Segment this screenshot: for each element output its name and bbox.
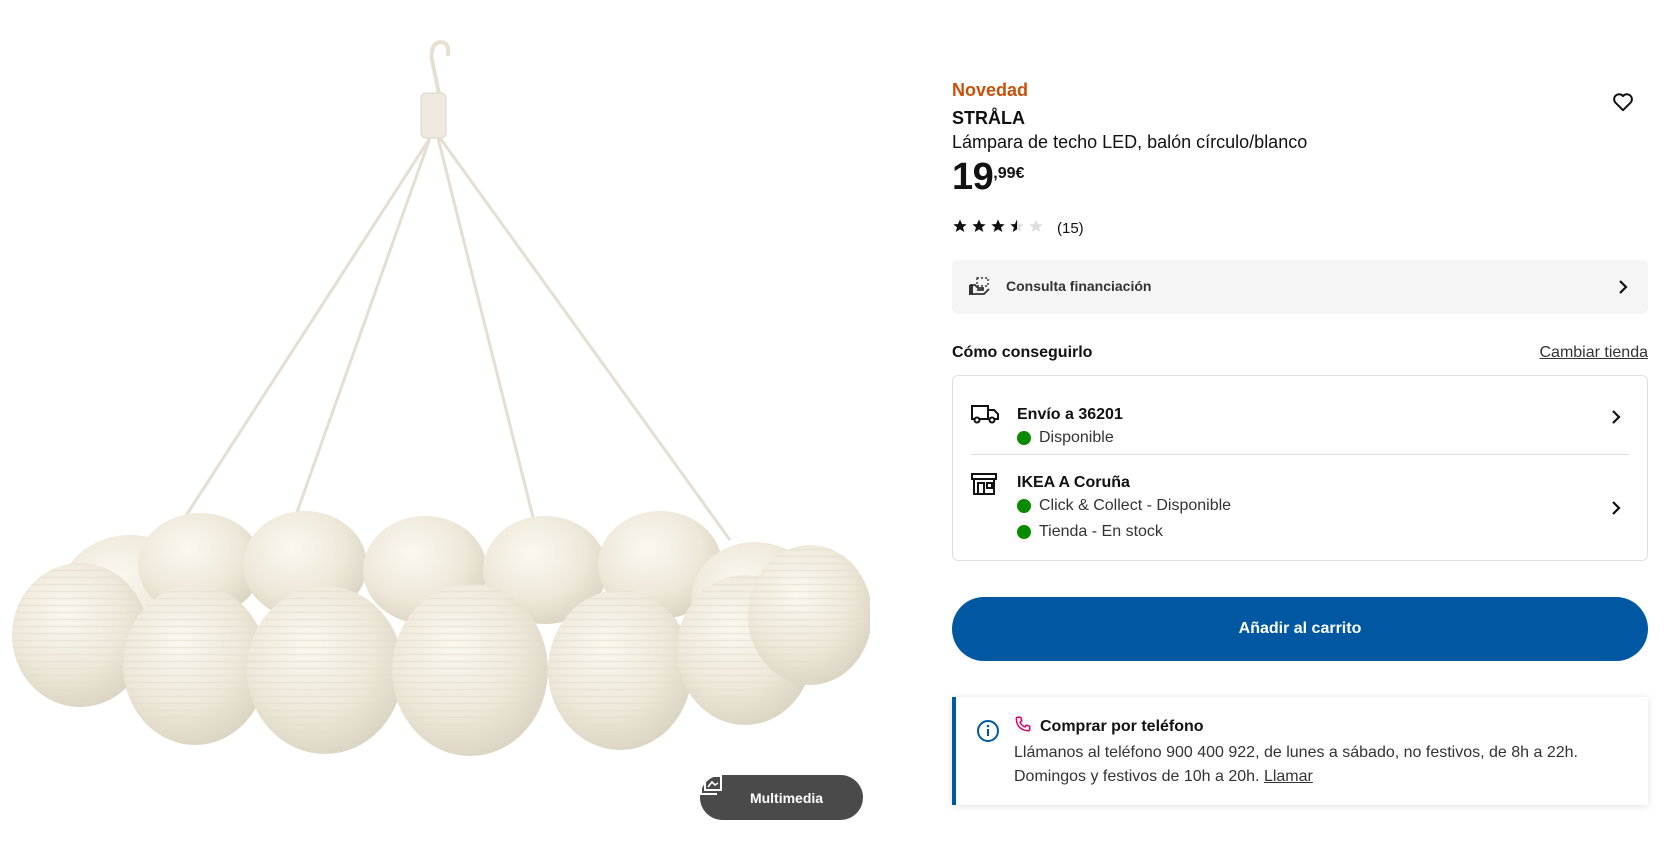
store-icon xyxy=(971,473,997,500)
rating[interactable]: (15) xyxy=(952,218,1084,238)
chevron-right-icon xyxy=(1609,408,1623,431)
heart-icon[interactable] xyxy=(1612,92,1634,117)
rating-count: (15) xyxy=(1057,219,1084,237)
store-stock-text: Tienda - En stock xyxy=(1039,523,1163,540)
delivery-option[interactable]: Envío a 36201 Disponible xyxy=(953,376,1647,454)
product-name: STRÅLA xyxy=(952,108,1025,128)
phone-title-text: Comprar por teléfono xyxy=(1040,717,1204,735)
available-dot xyxy=(1017,499,1031,513)
available-dot xyxy=(1017,431,1031,445)
half-star-icon xyxy=(1009,218,1025,238)
divider xyxy=(971,454,1629,455)
new-badge: Novedad xyxy=(952,80,1029,100)
price: 19 ,99€ xyxy=(952,156,1024,199)
phone-purchase-box: Comprar por teléfono Llámanos al teléfon… xyxy=(952,697,1648,805)
availability-title: Cómo conseguirlo xyxy=(952,344,1093,361)
multimedia-label: Multimedia xyxy=(749,789,824,806)
click-collect-status: Click & Collect - Disponible xyxy=(1017,497,1231,515)
phone-icon xyxy=(1014,715,1032,738)
product-image[interactable]: Multimedia xyxy=(0,0,870,854)
delivery-title: Envío a 36201 xyxy=(1017,406,1123,423)
financing-label: Consulta financiación xyxy=(1006,278,1152,294)
price-integer: 19 xyxy=(952,156,994,198)
star-icon xyxy=(971,218,987,238)
multimedia-button[interactable]: Multimedia xyxy=(700,775,863,820)
financing-icon xyxy=(968,277,990,302)
price-decimal: ,99€ xyxy=(993,165,1025,182)
click-collect-text: Click & Collect - Disponible xyxy=(1039,497,1232,514)
in-stock-dot xyxy=(1017,525,1031,539)
financing-banner[interactable]: Consulta financiación xyxy=(952,260,1648,314)
chevron-right-icon xyxy=(1616,278,1630,301)
truck-icon xyxy=(971,404,999,429)
empty-star-icon xyxy=(1028,218,1044,238)
product-description: Lámpara de techo LED, balón círculo/blan… xyxy=(952,132,1308,152)
delivery-status: Disponible xyxy=(1017,429,1114,447)
change-store-link[interactable]: Cambiar tienda xyxy=(1540,344,1649,362)
store-stock-status: Tienda - En stock xyxy=(1017,523,1163,541)
delivery-status-text: Disponible xyxy=(1039,429,1114,446)
info-icon xyxy=(976,719,1000,748)
call-link[interactable]: Llamar xyxy=(1264,768,1313,785)
chevron-right-icon xyxy=(1609,499,1623,522)
add-to-cart-button[interactable]: Añadir al carrito xyxy=(952,597,1648,661)
star-icon xyxy=(952,218,968,238)
phone-title: Comprar por teléfono xyxy=(1014,715,1204,738)
lamp-illustration xyxy=(12,39,870,756)
star-icon xyxy=(990,218,1006,238)
store-option[interactable]: IKEA A Coruña Click & Collect - Disponib… xyxy=(953,456,1647,560)
store-title: IKEA A Coruña xyxy=(1017,474,1130,491)
phone-text: Llámanos al teléfono 900 400 922, de lun… xyxy=(1014,741,1634,789)
availability-box: Envío a 36201 Disponible IKEA A Coruña C… xyxy=(952,375,1648,561)
